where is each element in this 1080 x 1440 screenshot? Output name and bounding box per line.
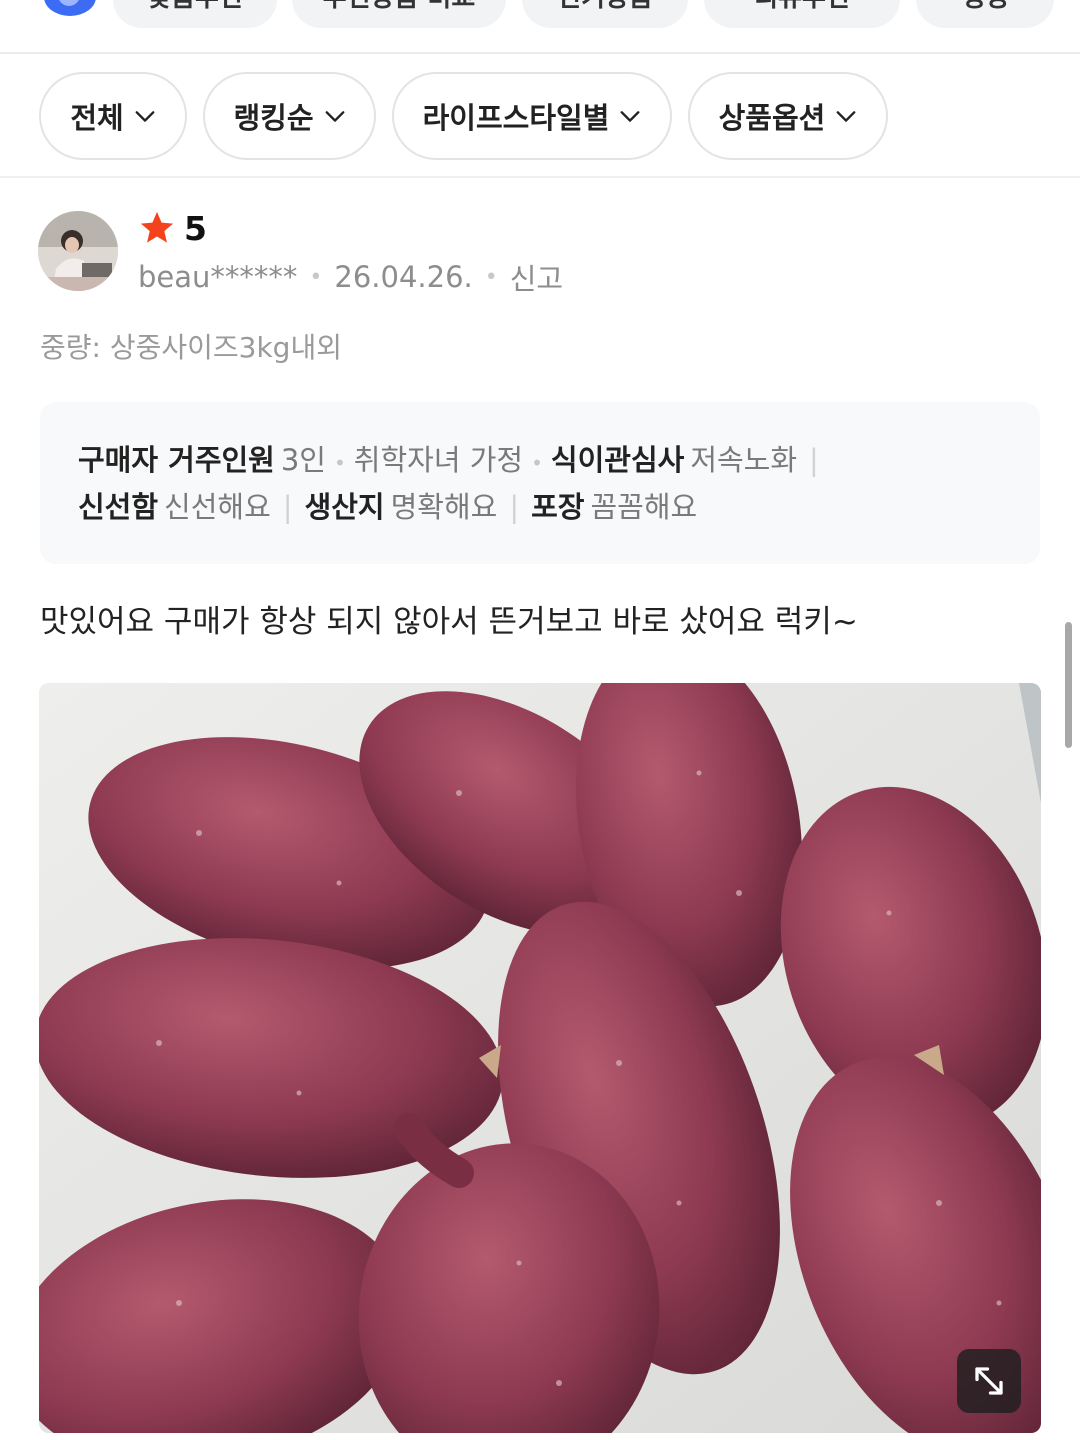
filter-lifestyle-dropdown[interactable]: 라이프스타일별 (392, 72, 672, 160)
survey-value: 신선해요 (164, 490, 271, 524)
separator-dot: • (334, 451, 346, 475)
top-tab-2[interactable]: 추천상품 비교 (292, 0, 506, 28)
review-photo[interactable] (39, 683, 1041, 1433)
reviewer-name: beau****** (138, 260, 298, 294)
sweet-potatoes-image (39, 683, 1041, 1433)
top-tab-5[interactable]: 랭킹 (916, 0, 1054, 28)
survey-key: 신선함 (78, 490, 159, 524)
survey-key: 포장 (531, 490, 585, 524)
separator-bar: | (509, 490, 520, 524)
top-tab-1[interactable]: 맞춤추천 (113, 0, 277, 28)
separator-dot: • (484, 264, 498, 290)
top-tab-label: 추천상품 비교 (292, 0, 506, 14)
chevron-down-icon (325, 111, 344, 122)
expand-photo-button[interactable] (957, 1349, 1021, 1413)
top-tab-4[interactable]: 리뷰추천 (704, 0, 900, 28)
top-tab-label: 랭킹 (916, 0, 1054, 14)
avatar-photo (38, 211, 118, 291)
survey-key: 구매자 거주인원 (78, 443, 275, 477)
review-body-text: 맛있어요 구매가 항상 되지 않아서 뜬거보고 바로 샀어요 럭키~ (40, 604, 858, 640)
survey-value: 취학자녀 가정 (353, 443, 524, 477)
separator-dot: • (309, 264, 323, 290)
separator-bar: | (282, 490, 293, 524)
expand-icon (975, 1367, 1003, 1395)
survey-value: 명확해요 (390, 490, 498, 524)
filter-label: 상품옵션 (718, 101, 826, 135)
filter-all-dropdown[interactable]: 전체 (39, 72, 187, 160)
separator-dot: • (531, 451, 543, 475)
filter-option-dropdown[interactable]: 상품옵션 (688, 72, 888, 160)
survey-line-2: 신선함 신선해요 | 생산지 명확해요 | 포장 꼼꼼해요 (78, 485, 1002, 529)
review-date: 26.04.26. (334, 260, 473, 294)
chevron-down-icon (836, 111, 856, 122)
filter-label: 전체 (70, 101, 124, 135)
separator-bar: | (809, 443, 819, 477)
chevron-down-icon (620, 111, 640, 122)
top-tab-label: 리뷰추천 (704, 0, 900, 14)
filter-label: 라이프스타일별 (422, 101, 610, 135)
report-link[interactable]: 신고 (510, 256, 563, 298)
survey-key: 식이관심사 (550, 443, 685, 477)
survey-key: 생산지 (304, 490, 385, 524)
survey-value: 3인 (280, 443, 326, 477)
star-icon (140, 211, 174, 243)
review-meta: beau****** • 26.04.26. • 신고 (138, 256, 563, 298)
app-logo-icon[interactable] (44, 0, 96, 16)
filter-bar: 전체 랭킹순 라이프스타일별 상품옵션 (0, 56, 1080, 178)
survey-value: 꼼꼼해요 (590, 490, 698, 524)
survey-value: 저속노화 (690, 443, 798, 477)
filter-ranking-dropdown[interactable]: 랭킹순 (203, 72, 376, 160)
review-survey-box: 구매자 거주인원 3인 • 취학자녀 가정 • 식이관심사 저속노화 | 신선함 신선해요 | 생산… (40, 402, 1040, 564)
filter-label: 랭킹순 (233, 101, 314, 135)
purchased-option: 중량: 상중사이즈3kg내외 (40, 331, 342, 364)
avatar[interactable] (38, 211, 118, 291)
chevron-down-icon (135, 111, 155, 122)
top-tab-label: 인기상품 (522, 0, 688, 14)
survey-line-1: 구매자 거주인원 3인 • 취학자녀 가정 • 식이관심사 저속노화 | (78, 438, 1002, 485)
scrollbar[interactable] (1065, 622, 1072, 748)
review-rating: 5 (138, 206, 207, 250)
top-tab-label: 맞춤추천 (113, 0, 277, 14)
rating-score: 5 (184, 208, 207, 248)
top-tab-3[interactable]: 인기상품 (522, 0, 688, 28)
top-navigation: 맞춤추천 추천상품 비교 인기상품 리뷰추천 랭킹 (0, 0, 1080, 54)
